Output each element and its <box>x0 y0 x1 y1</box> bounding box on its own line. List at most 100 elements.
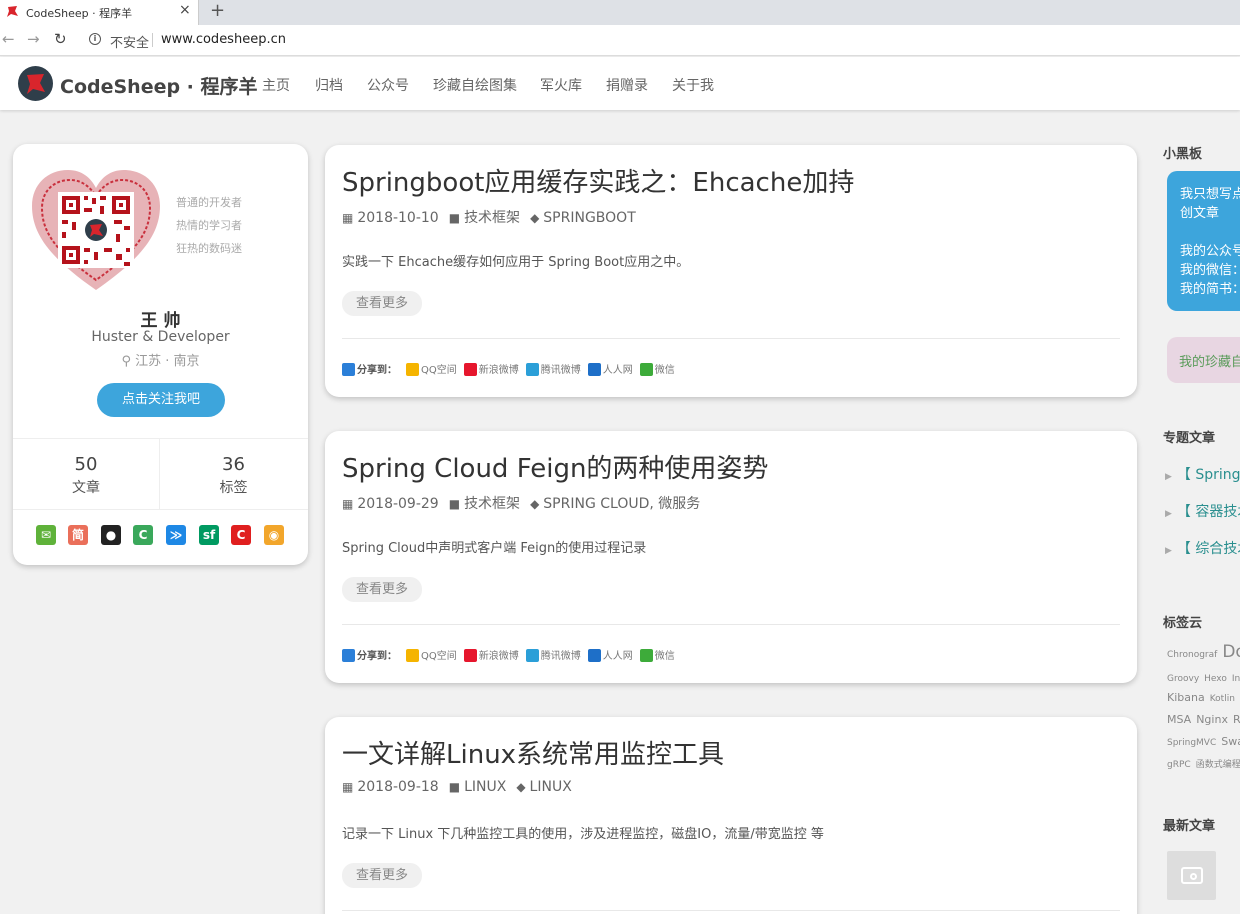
post-tags[interactable]: SPRING CLOUD, 微服务 <box>543 496 700 512</box>
post-category[interactable]: 技术框架 <box>464 210 520 226</box>
post-tags[interactable]: SPRINGBOOT <box>543 210 635 226</box>
post-title[interactable]: Springboot应用缓存实践之：Ehcache加持 <box>342 162 854 199</box>
site-title[interactable]: CodeSheep · 程序羊 <box>60 72 258 99</box>
read-more-button[interactable]: 查看更多 <box>342 863 422 888</box>
share-item[interactable]: 微信 <box>640 361 675 376</box>
follow-button[interactable]: 点击关注我吧 <box>97 383 225 417</box>
blackboard-line: 创文章 <box>1180 204 1240 223</box>
post-date: 2018-09-18 <box>357 779 438 795</box>
post-card: Springboot应用缓存实践之：Ehcache加持 ▦2018-10-10■技… <box>325 145 1137 397</box>
post-tags[interactable]: LINUX <box>530 779 572 795</box>
tag-link[interactable]: Do <box>1222 642 1240 662</box>
share-label[interactable]: 分享到： <box>342 647 397 662</box>
zhihu-icon[interactable]: ≫ <box>166 525 186 545</box>
new-tab-button[interactable]: + <box>210 0 225 21</box>
share-service-icon <box>406 649 419 662</box>
share-item-label: 新浪微博 <box>479 651 519 662</box>
profile-location: ⚲ 江苏 · 南京 <box>13 350 308 369</box>
tag-link[interactable]: MSA <box>1167 713 1191 726</box>
tag-link[interactable]: Kotlin <box>1210 694 1235 704</box>
nav-item-home[interactable]: 主页 <box>262 75 290 95</box>
tag-link[interactable]: RP <box>1233 713 1240 726</box>
post-category[interactable]: 技术框架 <box>464 496 520 512</box>
wechat-icon[interactable]: ✉ <box>36 525 56 545</box>
nav-item-arsenal[interactable]: 军火库 <box>540 75 582 95</box>
post-title[interactable]: Spring Cloud Feign的两种使用姿势 <box>342 448 768 485</box>
share-item[interactable]: 腾讯微博 <box>526 647 581 662</box>
url-input[interactable]: www.codesheep.cn <box>161 32 286 47</box>
share-item[interactable]: 微信 <box>640 647 675 662</box>
share-label[interactable]: 分享到： <box>342 361 397 376</box>
folder-icon: ■ <box>449 780 460 794</box>
recent-post-thumbnail[interactable] <box>1167 851 1216 900</box>
nav-item-about[interactable]: 关于我 <box>672 75 714 95</box>
post-title[interactable]: 一文详解Linux系统常用监控工具 <box>342 734 724 771</box>
tag-link[interactable]: Chronograf <box>1167 650 1217 660</box>
tags-count: 36 <box>160 454 307 475</box>
share-label-text: 分享到： <box>357 365 397 376</box>
read-more-button[interactable]: 查看更多 <box>342 291 422 316</box>
topic-item-container[interactable]: ▶【 容器技术 <box>1165 501 1240 521</box>
post-meta: ▦2018-10-10■技术框架◆SPRINGBOOT <box>342 207 636 227</box>
back-arrow-icon[interactable]: ← <box>2 30 15 48</box>
tag-link[interactable]: Swag <box>1221 735 1240 748</box>
share-item[interactable]: QQ空间 <box>406 361 457 376</box>
browser-tab[interactable]: CodeSheep · 程序羊 × <box>0 0 199 25</box>
share-item[interactable]: QQ空间 <box>406 647 457 662</box>
tag-link[interactable]: Groovy <box>1167 674 1199 684</box>
tag-row: SpringMVC Swag <box>1167 730 1240 749</box>
share-service-icon <box>464 649 477 662</box>
articles-count: 50 <box>13 454 159 475</box>
collection-link[interactable]: 我的珍藏自 <box>1167 337 1240 383</box>
post-divider <box>342 624 1120 625</box>
tag-icon: ◆ <box>516 780 525 794</box>
profile-desc-3: 狂热的数码迷 <box>176 240 242 256</box>
jianshu-icon[interactable]: 简 <box>68 525 88 545</box>
share-item-label: 人人网 <box>603 365 633 376</box>
share-service-icon <box>526 363 539 376</box>
nav-item-archive[interactable]: 归档 <box>315 75 343 95</box>
tag-row: gRPC 函数式编程 <box>1167 752 1240 771</box>
tag-link[interactable]: SpringMVC <box>1167 738 1216 748</box>
tag-row: MSA Nginx RP <box>1167 708 1240 727</box>
tag-link[interactable]: Nginx <box>1196 713 1228 726</box>
csdn-icon[interactable]: C <box>231 525 251 545</box>
stat-tags[interactable]: 36 标签 <box>160 439 307 509</box>
nav-item-donations[interactable]: 捐赠录 <box>606 75 648 95</box>
stat-articles[interactable]: 50 文章 <box>13 439 160 509</box>
tab-close-icon[interactable]: × <box>179 2 191 18</box>
read-more-button[interactable]: 查看更多 <box>342 577 422 602</box>
reload-icon[interactable]: ↻ <box>54 30 67 48</box>
tag-link[interactable]: Kibana <box>1167 691 1205 704</box>
share-item[interactable]: 人人网 <box>588 361 633 376</box>
coding-icon[interactable]: C <box>133 525 153 545</box>
topic-label: 【 SpringB <box>1177 467 1240 483</box>
weibo-icon[interactable]: ◉ <box>264 525 284 545</box>
blackboard-line <box>1180 223 1240 242</box>
github-icon[interactable]: ● <box>101 525 121 545</box>
site-logo[interactable] <box>18 66 53 101</box>
topic-item-general[interactable]: ▶【 综合技术 <box>1165 538 1240 558</box>
info-icon[interactable]: i <box>89 33 101 45</box>
forward-arrow-icon[interactable]: → <box>27 30 40 48</box>
share-item-label: 人人网 <box>603 651 633 662</box>
share-service-icon <box>640 649 653 662</box>
nav-item-gallery[interactable]: 珍藏自绘图集 <box>433 75 517 95</box>
nav-item-wechat-account[interactable]: 公众号 <box>367 75 409 95</box>
share-item[interactable]: 人人网 <box>588 647 633 662</box>
share-item[interactable]: 新浪微博 <box>464 647 519 662</box>
blackboard-line: 我的简书： <box>1180 280 1240 299</box>
tag-link[interactable]: Int <box>1232 674 1240 684</box>
tag-link[interactable]: 函数式编程 <box>1196 757 1240 770</box>
tag-link[interactable]: Hexo <box>1204 674 1227 684</box>
segmentfault-icon[interactable]: sf <box>199 525 219 545</box>
map-pin-icon: ⚲ <box>121 354 131 369</box>
share-item[interactable]: 腾讯微博 <box>526 361 581 376</box>
plus-icon <box>342 363 355 376</box>
not-secure-label[interactable]: 不安全 <box>110 32 149 51</box>
share-item[interactable]: 新浪微博 <box>464 361 519 376</box>
tag-link[interactable]: gRPC <box>1167 760 1191 770</box>
post-category[interactable]: LINUX <box>464 779 506 795</box>
topic-item-springboot[interactable]: ▶【 SpringB <box>1165 464 1240 484</box>
post-meta: ▦2018-09-18■LINUX◆LINUX <box>342 779 572 795</box>
